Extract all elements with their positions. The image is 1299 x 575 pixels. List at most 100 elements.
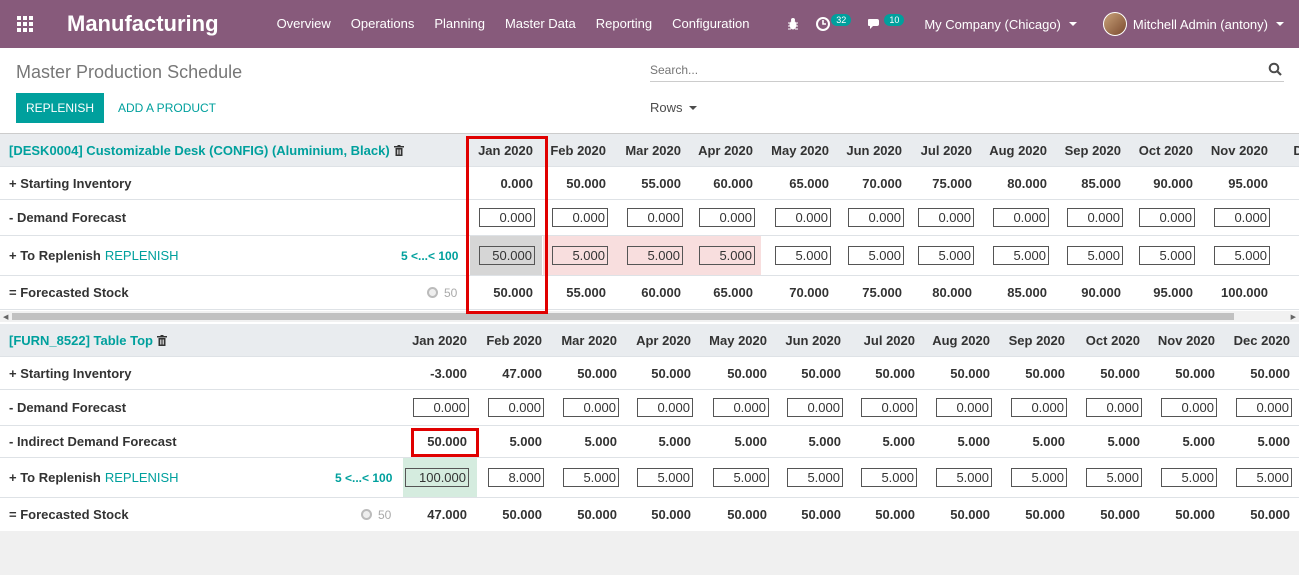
product-name-link[interactable]: [DESK0004] Customizable Desk (CONFIG) (A… <box>9 143 390 158</box>
demand-forecast-cell <box>695 200 755 235</box>
demand-forecast-input[interactable] <box>637 398 693 417</box>
to-replenish-input[interactable] <box>1161 468 1217 487</box>
demand-forecast-input[interactable] <box>848 208 904 227</box>
replenish-link[interactable]: REPLENISH <box>105 248 179 263</box>
search-input[interactable] <box>650 60 1250 80</box>
to-replenish-input[interactable] <box>1011 468 1067 487</box>
demand-forecast-input[interactable] <box>1214 208 1270 227</box>
demand-forecast-cell <box>771 200 831 235</box>
demand-forecast-input[interactable] <box>552 208 608 227</box>
to-replenish-input[interactable] <box>488 468 544 487</box>
demand-forecast-input[interactable] <box>699 208 755 227</box>
app-name[interactable]: Manufacturing <box>67 11 219 37</box>
rows-dropdown[interactable]: Rows <box>650 100 697 115</box>
demand-forecast-cell <box>709 390 769 425</box>
to-replenish-cell <box>783 458 843 497</box>
replenish-link[interactable]: REPLENISH <box>105 470 179 485</box>
demand-forecast-input[interactable] <box>1067 208 1123 227</box>
row-label: - Demand Forecast <box>9 210 127 225</box>
to-replenish-input[interactable] <box>993 246 1049 265</box>
search-icon[interactable] <box>1268 62 1282 76</box>
to-replenish-input[interactable] <box>918 246 974 265</box>
safety-range[interactable]: 5 <...< 100 <box>335 458 392 497</box>
demand-forecast-input[interactable] <box>563 398 619 417</box>
forecasted-stock-row: = Forecasted Stock 50 50.000 55.000 60.000… <box>0 276 1299 310</box>
row-label: = Forecasted Stock <box>9 285 129 300</box>
trash-icon[interactable] <box>393 144 404 156</box>
demand-forecast-input[interactable] <box>936 398 992 417</box>
demand-forecast-input[interactable] <box>413 398 469 417</box>
demand-forecast-input[interactable] <box>488 398 544 417</box>
replenish-button[interactable]: REPLENISH <box>16 93 104 123</box>
scroll-right-icon[interactable]: ▶ <box>1291 313 1296 321</box>
demand-forecast-cell <box>857 390 917 425</box>
to-replenish-input[interactable] <box>637 468 693 487</box>
to-replenish-cell <box>1082 458 1142 497</box>
to-replenish-input[interactable] <box>775 246 831 265</box>
activity-clock-icon[interactable]: 32 <box>816 14 852 31</box>
demand-forecast-cell <box>914 200 974 235</box>
company-switcher[interactable]: My Company (Chicago) <box>924 17 1077 32</box>
demand-forecast-input[interactable] <box>627 208 683 227</box>
menu-master-data[interactable]: Master Data <box>495 0 586 48</box>
indirect-demand-value: 5.000 <box>1257 434 1290 449</box>
to-replenish-input[interactable] <box>1086 468 1142 487</box>
demand-forecast-input[interactable] <box>1011 398 1067 417</box>
row-label: - Indirect Demand Forecast <box>9 434 177 449</box>
to-replenish-label: + To Replenish REPLENISH <box>9 458 179 497</box>
demand-forecast-input[interactable] <box>1161 398 1217 417</box>
demand-forecast-input[interactable] <box>775 208 831 227</box>
demand-forecast-cell <box>1082 390 1142 425</box>
to-replenish-input[interactable] <box>405 468 469 487</box>
to-replenish-input[interactable] <box>563 468 619 487</box>
to-replenish-input[interactable] <box>787 468 843 487</box>
to-replenish-input[interactable] <box>936 468 992 487</box>
demand-forecast-cell <box>1157 390 1217 425</box>
product-title: [DESK0004] Customizable Desk (CONFIG) (A… <box>9 134 404 166</box>
to-replenish-input[interactable] <box>627 246 683 265</box>
scroll-left-icon[interactable]: ◀ <box>3 313 8 321</box>
page-title: Master Production Schedule <box>16 62 243 82</box>
menu-configuration[interactable]: Configuration <box>662 0 759 48</box>
trash-icon[interactable] <box>156 334 167 346</box>
to-replenish-cell <box>771 236 831 275</box>
menu-operations[interactable]: Operations <box>341 0 425 48</box>
demand-forecast-cell <box>484 390 544 425</box>
to-replenish-input[interactable] <box>699 246 755 265</box>
to-replenish-input[interactable] <box>1214 246 1270 265</box>
to-replenish-input[interactable] <box>1236 468 1292 487</box>
menu-reporting[interactable]: Reporting <box>586 0 662 48</box>
to-replenish-input[interactable] <box>861 468 917 487</box>
user-menu[interactable]: Mitchell Admin (antony) <box>1102 12 1284 36</box>
to-replenish-cell <box>1135 236 1195 275</box>
menu-planning[interactable]: Planning <box>424 0 495 48</box>
demand-forecast-input[interactable] <box>1086 398 1142 417</box>
to-replenish-input[interactable] <box>1139 246 1195 265</box>
to-replenish-input[interactable] <box>848 246 904 265</box>
demand-forecast-input[interactable] <box>861 398 917 417</box>
to-replenish-input[interactable] <box>713 468 769 487</box>
demand-forecast-input[interactable] <box>713 398 769 417</box>
debug-bug-icon[interactable] <box>786 17 800 31</box>
demand-forecast-input[interactable] <box>993 208 1049 227</box>
horizontal-scrollbar[interactable]: ◀ ▶ <box>0 311 1299 322</box>
table-header-row: [DESK0004] Customizable Desk (CONFIG) (A… <box>0 134 1299 167</box>
product-name-link[interactable]: [FURN_8522] Table Top <box>9 333 153 348</box>
to-replenish-input[interactable] <box>1067 246 1123 265</box>
demand-forecast-cell <box>559 390 619 425</box>
apps-menu-icon[interactable] <box>0 0 50 48</box>
demand-forecast-input[interactable] <box>787 398 843 417</box>
add-product-button[interactable]: ADD A PRODUCT <box>118 93 216 123</box>
activity-count-badge: 32 <box>831 14 852 26</box>
scroll-thumb[interactable] <box>12 313 1234 320</box>
row-label: + Starting Inventory <box>9 175 132 191</box>
messages-chat-icon[interactable]: 10 <box>867 14 905 31</box>
demand-forecast-cell <box>1232 390 1292 425</box>
highlight-box-indirect-jan <box>411 428 479 457</box>
menu-overview[interactable]: Overview <box>267 0 341 48</box>
demand-forecast-input[interactable] <box>1139 208 1195 227</box>
demand-forecast-input[interactable] <box>1236 398 1292 417</box>
to-replenish-input[interactable] <box>552 246 608 265</box>
demand-forecast-input[interactable] <box>918 208 974 227</box>
safety-range[interactable]: 5 <...< 100 <box>401 236 458 275</box>
